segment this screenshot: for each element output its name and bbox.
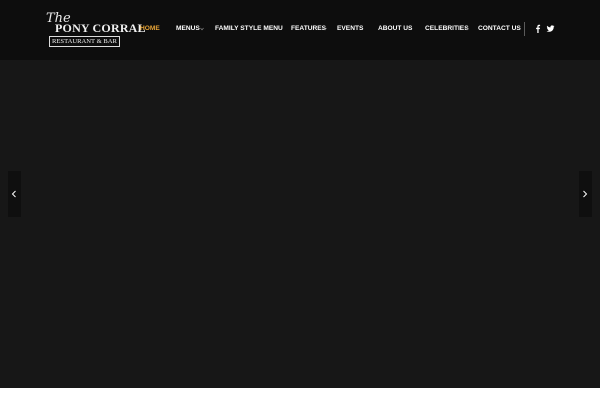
slider-next-button[interactable] — [579, 171, 592, 217]
twitter-icon[interactable] — [546, 24, 555, 33]
main-nav: HOME MENUS FAMILY STYLE MENU FEATURES EV… — [0, 0, 600, 60]
slider-prev-button[interactable] — [8, 171, 21, 217]
nav-item-events[interactable]: EVENTS — [337, 25, 363, 33]
nav-divider — [524, 22, 525, 36]
site-header: The PONY CORRAL RESTAURANT & BAR HOME ME… — [0, 0, 600, 60]
chevron-right-icon — [583, 190, 588, 198]
nav-item-celebrities[interactable]: CELEBRITIES — [425, 25, 469, 33]
chevron-left-icon — [11, 190, 16, 198]
nav-item-features[interactable]: FEATURES — [291, 25, 326, 33]
facebook-icon[interactable] — [534, 24, 542, 33]
nav-item-home[interactable]: HOME — [140, 25, 160, 33]
chevron-down-icon — [200, 27, 204, 31]
nav-item-menus[interactable]: MENUS — [176, 25, 200, 33]
hero-slider — [0, 60, 600, 388]
nav-item-about-us[interactable]: ABOUT US — [378, 25, 412, 33]
chevron-down-icon — [465, 27, 469, 31]
nav-item-contact-us[interactable]: CONTACT US — [478, 25, 521, 33]
page: The PONY CORRAL RESTAURANT & BAR HOME ME… — [0, 0, 600, 400]
chevron-down-icon — [323, 27, 327, 31]
nav-item-family-style-menu[interactable]: FAMILY STYLE MENU — [215, 25, 283, 33]
